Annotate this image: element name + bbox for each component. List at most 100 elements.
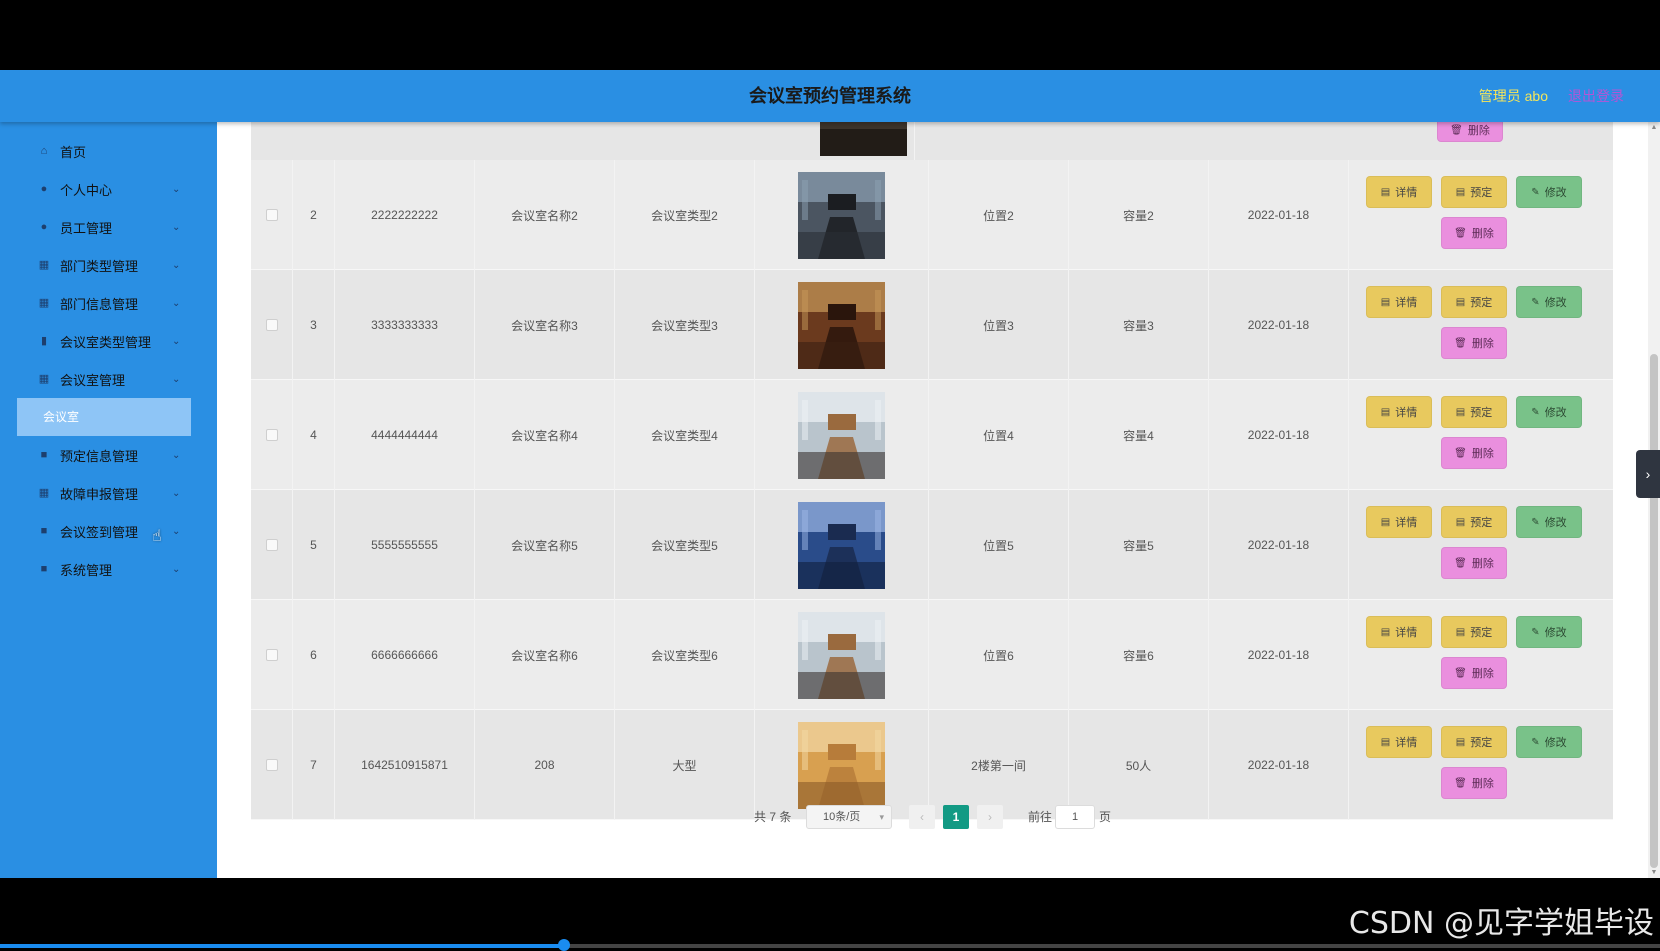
detail-label: 详情 [1395, 407, 1418, 419]
index-cell: 3 [293, 270, 335, 380]
user-icon: ● [40, 221, 48, 233]
cell-capacity: 容量6 [1123, 648, 1154, 663]
video-letterbox-bottom: CSDN @见字学姐毕设 [0, 878, 1660, 951]
location-cell: 2楼第一间 [929, 710, 1069, 820]
book-button[interactable]: ▤ 预定 [1441, 616, 1507, 648]
goto-page-input[interactable] [1055, 805, 1095, 829]
page-number-current[interactable]: 1 [943, 805, 969, 829]
detail-button[interactable]: ▤ 详情 [1366, 506, 1432, 538]
document-icon: ▤ [1380, 626, 1391, 638]
capacity-cell: 容量5 [1069, 490, 1209, 600]
row-checkbox[interactable] [265, 649, 278, 661]
sidebar-item[interactable]: ▦ 部门类型管理 ⌄ [0, 246, 217, 284]
page-size-value: 10条/页 [823, 811, 861, 823]
delete-button[interactable]: 🗑 删除 [1441, 217, 1507, 249]
room-photo-cell [755, 270, 929, 380]
row-checkbox[interactable] [265, 429, 278, 441]
book-label: 预定 [1470, 187, 1493, 199]
detail-button[interactable]: ▤ 详情 [1366, 396, 1432, 428]
sidebar-item[interactable]: ▦ 会议室管理 ⌄ [0, 360, 217, 398]
cell-capacity: 容量2 [1123, 208, 1154, 223]
bar-chart-icon: ▮ [40, 335, 48, 347]
sidebar-item[interactable]: ■ 系统管理 ⌄ [0, 550, 217, 588]
sidebar-item[interactable]: ■ 预定信息管理 ⌄ [0, 436, 217, 474]
sidebar-item[interactable]: ▦ 部门信息管理 ⌄ [0, 284, 217, 322]
sidebar-item[interactable]: ■ 会议签到管理 ⌄ [0, 512, 217, 550]
room-photo[interactable] [798, 611, 885, 699]
document-icon: ▤ [1455, 296, 1466, 308]
delete-button[interactable]: 🗑 删除 [1441, 547, 1507, 579]
trash-icon: 🗑 [1454, 447, 1467, 459]
cell-date: 2022-01-18 [1247, 648, 1310, 662]
prev-page-button[interactable]: ‹ [909, 805, 935, 829]
sidebar-item[interactable]: ● 员工管理 ⌄ [0, 208, 217, 246]
cell-type: 会议室类型5 [651, 538, 718, 553]
cell-name: 会议室名称3 [511, 318, 578, 333]
side-drawer-toggle[interactable]: › [1636, 450, 1660, 498]
delete-label: 删除 [1471, 448, 1494, 460]
book-label: 预定 [1470, 627, 1493, 639]
detail-button[interactable]: ▤ 详情 [1366, 286, 1432, 318]
cell-name: 会议室名称5 [511, 538, 578, 553]
sidebar-item[interactable]: ● 个人中心 ⌄ [0, 170, 217, 208]
table-row: 7 1642510915871 208 大型 2楼第一间 50人 2022-01-18 ▤ 详情… [251, 710, 1613, 820]
book-button[interactable]: ▤ 预定 [1441, 726, 1507, 758]
page-word-label: 页 [1099, 810, 1112, 824]
cell-date: 2022-01-18 [1247, 428, 1310, 442]
logout-link[interactable]: 退出登录 [1568, 70, 1624, 122]
book-label: 预定 [1470, 297, 1493, 309]
document-icon: ▤ [1380, 516, 1391, 528]
edit-button[interactable]: ✎ 修改 [1516, 176, 1582, 208]
room-photo[interactable] [798, 501, 885, 589]
delete-button[interactable]: 🗑 删除 [1437, 122, 1503, 142]
sidebar-item[interactable]: ▦ 故障申报管理 ⌄ [0, 474, 217, 512]
cell-code: 1642510915871 [361, 758, 448, 772]
book-button[interactable]: ▤ 预定 [1441, 286, 1507, 318]
scrollbar-thumb[interactable] [1650, 354, 1658, 868]
date-cell: 2022-01-18 [1209, 710, 1349, 820]
sidebar-subitem-meeting-room[interactable]: 会议室 [17, 398, 191, 436]
vertical-scrollbar[interactable]: ▲ ▼ [1648, 122, 1660, 878]
cell-code: 4444444444 [371, 428, 438, 442]
sidebar-item[interactable]: ▮ 会议室类型管理 ⌄ [0, 322, 217, 360]
row-select-cell [251, 710, 293, 820]
trash-icon: 🗑 [1454, 337, 1467, 349]
detail-button[interactable]: ▤ 详情 [1366, 616, 1432, 648]
delete-button[interactable]: 🗑 删除 [1441, 327, 1507, 359]
edit-button[interactable]: ✎ 修改 [1516, 726, 1582, 758]
room-photo[interactable] [798, 721, 885, 809]
video-progress-knob[interactable] [558, 939, 571, 951]
chevron-down-icon: ⌄ [172, 335, 181, 347]
next-page-button[interactable]: › [977, 805, 1003, 829]
sidebar-item[interactable]: ⌂ 首页 [0, 132, 217, 170]
row-checkbox[interactable] [265, 539, 278, 551]
sidebar-item-label: 预定信息管理 [60, 448, 139, 464]
trash-icon: 🗑 [1454, 777, 1467, 789]
edit-button[interactable]: ✎ 修改 [1516, 506, 1582, 538]
delete-button[interactable]: 🗑 删除 [1441, 767, 1507, 799]
capacity-cell: 容量4 [1069, 380, 1209, 490]
book-button[interactable]: ▤ 预定 [1441, 506, 1507, 538]
delete-button[interactable]: 🗑 删除 [1441, 437, 1507, 469]
room-photo[interactable] [798, 281, 885, 369]
cell-code: 2222222222 [371, 208, 438, 222]
edit-button[interactable]: ✎ 修改 [1516, 616, 1582, 648]
edit-button[interactable]: ✎ 修改 [1516, 286, 1582, 318]
book-button[interactable]: ▤ 预定 [1441, 396, 1507, 428]
detail-button[interactable]: ▤ 详情 [1366, 176, 1432, 208]
detail-button[interactable]: ▤ 详情 [1366, 726, 1432, 758]
date-cell: 2022-01-18 [1209, 380, 1349, 490]
book-button[interactable]: ▤ 预定 [1441, 176, 1507, 208]
row-checkbox[interactable] [265, 319, 278, 331]
document-icon: ▤ [1380, 736, 1391, 748]
edit-button[interactable]: ✎ 修改 [1516, 396, 1582, 428]
delete-button[interactable]: 🗑 删除 [1441, 657, 1507, 689]
edit-label: 修改 [1544, 187, 1567, 199]
row-checkbox[interactable] [265, 759, 278, 771]
row-checkbox[interactable] [265, 209, 278, 221]
room-photo[interactable] [798, 391, 885, 479]
room-photo-cell [755, 490, 929, 600]
room-photo[interactable] [798, 171, 885, 259]
page-size-select[interactable]: 10条/页 ▾ [806, 805, 892, 829]
cell-name: 会议室名称6 [511, 648, 578, 663]
